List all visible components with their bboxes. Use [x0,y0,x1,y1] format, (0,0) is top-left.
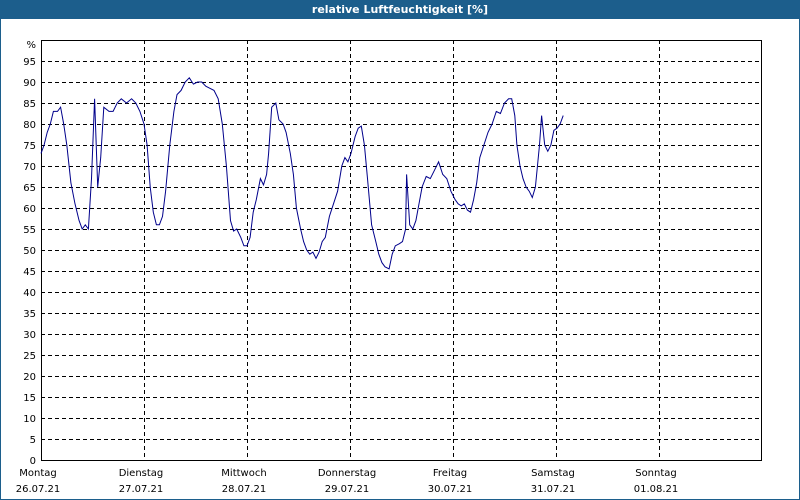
y-axis-unit: % [26,40,36,51]
y-tick-label: 70 [23,162,36,173]
x-tick-date: 30.07.21 [428,484,473,495]
y-tick-label: 50 [23,246,36,257]
y-tick-label: 25 [23,351,36,362]
y-tick-label: 30 [23,330,36,341]
y-tick-label: 55 [23,225,36,236]
y-tick-label: 85 [23,99,36,110]
y-tick-label: 45 [23,267,36,278]
y-tick-label: 0 [30,456,36,467]
x-tick-day-name: Montag [19,468,56,479]
y-tick-label: 40 [23,288,36,299]
y-tick-label: 75 [23,141,36,152]
x-tick-day-name: Donnerstag [318,468,376,479]
y-tick-label: 80 [23,120,36,131]
y-tick-label: 95 [23,57,36,68]
y-tick-label: 35 [23,309,36,320]
x-tick-day-name: Sonntag [635,468,677,479]
x-tick-day-name: Mittwoch [221,468,266,479]
humidity-chart: 0 5 10 15 20 25 30 35 40 45 50 55 60 65 70 75 80 85 90 95 %… [16,40,762,495]
y-tick-label: 90 [23,78,36,89]
y-tick-label: 65 [23,183,36,194]
x-tick-date: 31.07.21 [531,484,576,495]
x-tick-day-name: Dienstag [119,468,164,479]
y-tick-label: 15 [23,393,36,404]
y-tick-label: 20 [23,372,36,383]
x-tick-date: 29.07.21 [325,484,370,495]
x-tick-day-name: Freitag [433,468,467,479]
grid-lines [41,40,761,460]
y-tick-label: 5 [30,435,36,446]
x-tick-day-name: Samstag [531,468,575,479]
x-axis-labels: Montag 26.07.21 Dienstag 27.07.21 Mittwoch 28… [16,468,679,495]
y-tick-label: 10 [23,414,36,425]
y-axis-ticks: 0 5 10 15 20 25 30 35 40 45 50 55 60 65 70 75 80 85 90 95 [23,57,36,467]
x-tick-date: 27.07.21 [119,484,164,495]
y-tick-label: 60 [23,204,36,215]
x-tick-date: 01.08.21 [634,484,679,495]
x-tick-date: 26.07.21 [16,484,61,495]
series-line [40,77,564,270]
x-tick-date: 28.07.21 [222,484,267,495]
